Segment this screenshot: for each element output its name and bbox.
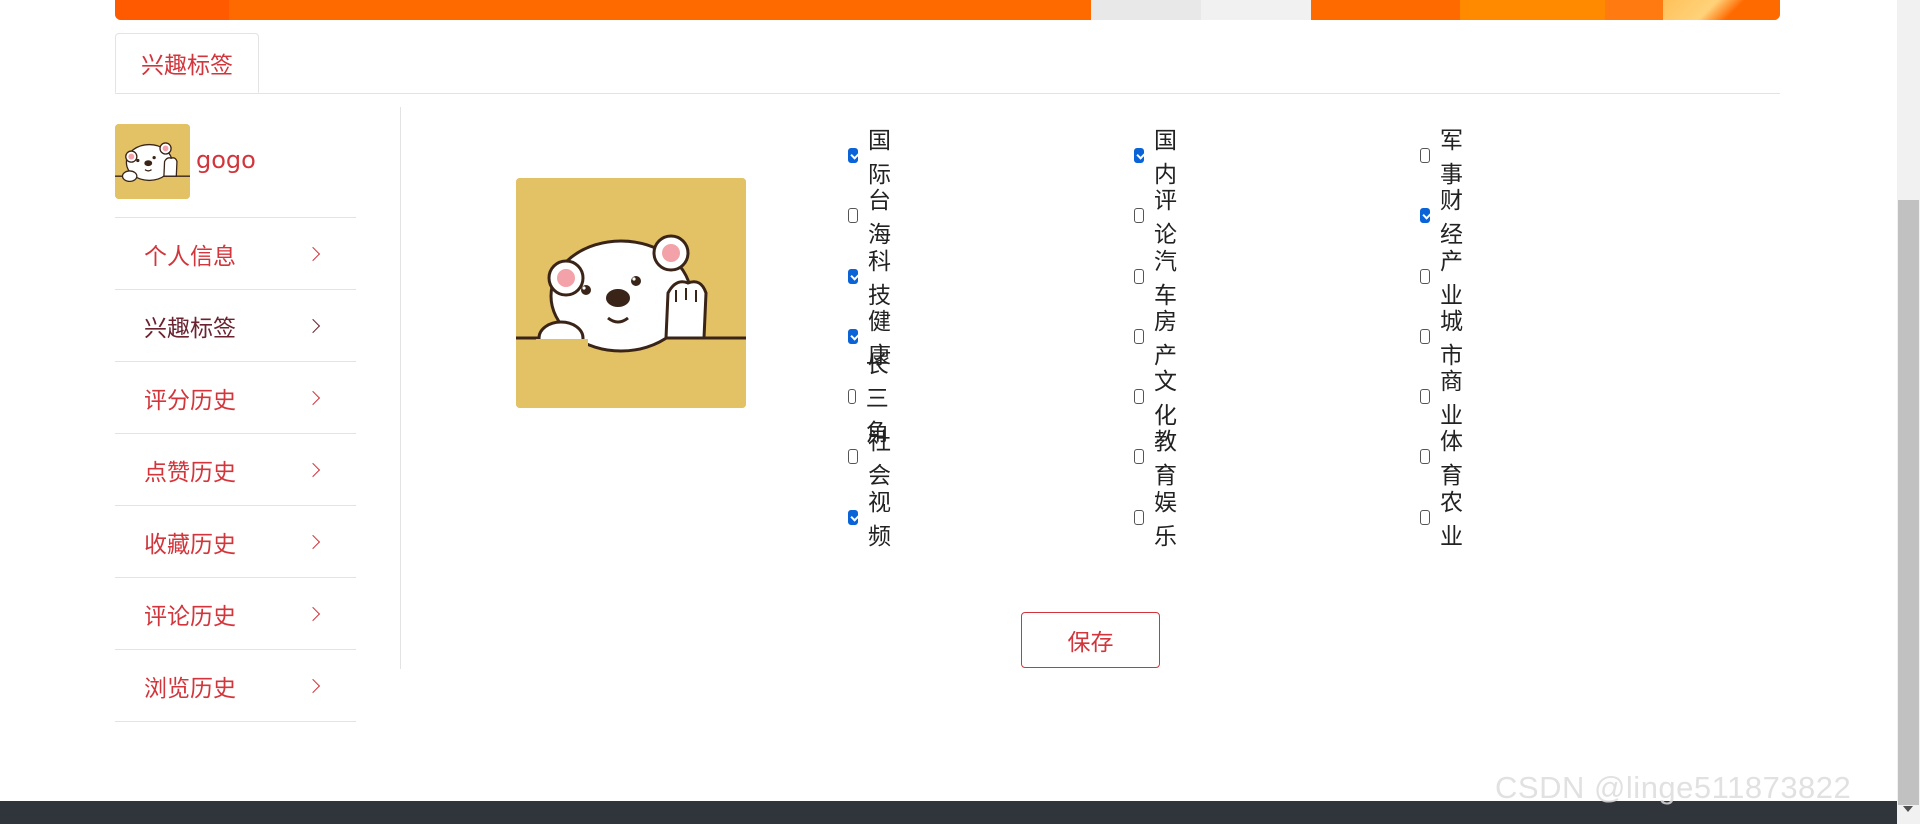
sidebar-item-like-history[interactable]: 点赞历史 bbox=[115, 433, 356, 505]
interest-label: 评论 bbox=[1153, 188, 1177, 248]
sidebar-item-label: 评论历史 bbox=[144, 603, 236, 630]
sidebar-item-label: 评分历史 bbox=[144, 387, 236, 414]
interest-checkbox[interactable]: 长三角 bbox=[848, 352, 896, 446]
checkbox-icon bbox=[1420, 207, 1430, 223]
interest-label: 娱乐 bbox=[1153, 490, 1177, 550]
interest-label: 军事 bbox=[1439, 128, 1463, 188]
interest-label: 文化 bbox=[1153, 369, 1177, 429]
checkbox-icon bbox=[1420, 388, 1430, 404]
interest-checkbox[interactable]: 国际 bbox=[848, 128, 896, 188]
interest-checkbox[interactable]: 教育 bbox=[1134, 429, 1182, 489]
interest-checkbox[interactable]: 娱乐 bbox=[1134, 490, 1182, 550]
interest-checkbox[interactable]: 军事 bbox=[1420, 128, 1468, 188]
sidebar-item-interest-tags[interactable]: 兴趣标签 bbox=[115, 289, 356, 361]
interest-label: 社会 bbox=[867, 429, 891, 489]
content-divider bbox=[400, 107, 401, 669]
checkbox-icon bbox=[848, 328, 858, 344]
chevron-right-icon bbox=[305, 318, 321, 333]
sidebar-item-personal-info[interactable]: 个人信息 bbox=[115, 217, 356, 289]
interest-checkbox[interactable]: 科技 bbox=[848, 249, 896, 309]
interest-label: 房产 bbox=[1153, 309, 1177, 369]
interest-label: 财经 bbox=[1439, 188, 1463, 248]
sidebar-item-label: 点赞历史 bbox=[144, 459, 236, 486]
interest-checkbox[interactable]: 视频 bbox=[848, 490, 896, 550]
chevron-right-icon bbox=[305, 462, 321, 477]
sidebar-menu: 个人信息 兴趣标签 评分历史 点赞历史 收藏历史 评论历史 浏览历史 bbox=[115, 217, 356, 722]
interest-label: 产业 bbox=[1439, 249, 1463, 309]
chevron-right-icon bbox=[305, 246, 321, 261]
interest-checkbox[interactable]: 体育 bbox=[1420, 429, 1468, 489]
interest-checkbox[interactable]: 城市 bbox=[1420, 309, 1468, 369]
interest-checkbox[interactable]: 文化 bbox=[1134, 369, 1182, 429]
checkbox-icon bbox=[1134, 147, 1144, 163]
checkbox-icon bbox=[848, 268, 858, 284]
interest-label: 农业 bbox=[1439, 490, 1463, 550]
sidebar-item-label: 收藏历史 bbox=[144, 531, 236, 558]
bear-avatar-icon bbox=[516, 178, 746, 408]
interest-checkbox[interactable]: 国内 bbox=[1134, 128, 1182, 188]
interest-label: 国际 bbox=[867, 128, 891, 188]
checkbox-icon bbox=[1134, 268, 1144, 284]
checkbox-icon bbox=[848, 207, 858, 223]
sidebar-item-label: 个人信息 bbox=[144, 243, 236, 270]
interest-label: 城市 bbox=[1439, 309, 1463, 369]
interest-label: 科技 bbox=[867, 249, 891, 309]
interest-checkbox[interactable]: 房产 bbox=[1134, 309, 1182, 369]
interest-checkbox[interactable]: 商业 bbox=[1420, 369, 1468, 429]
checkbox-icon bbox=[1134, 448, 1144, 464]
sidebar-item-browse-history[interactable]: 浏览历史 bbox=[115, 649, 356, 722]
save-button[interactable]: 保存 bbox=[1021, 612, 1160, 668]
scroll-down-arrow-icon[interactable] bbox=[1903, 806, 1913, 812]
interest-label: 汽车 bbox=[1153, 249, 1177, 309]
interest-label: 视频 bbox=[867, 490, 891, 550]
user-profile: gogo bbox=[115, 124, 355, 214]
sidebar-item-label: 兴趣标签 bbox=[144, 315, 236, 342]
interest-checkbox[interactable]: 农业 bbox=[1420, 490, 1468, 550]
chevron-right-icon bbox=[305, 678, 321, 693]
interest-checkbox[interactable]: 台海 bbox=[848, 188, 896, 248]
checkbox-icon bbox=[1134, 207, 1144, 223]
interest-label: 台海 bbox=[867, 188, 891, 248]
interest-label: 体育 bbox=[1439, 429, 1463, 489]
sidebar-item-rating-history[interactable]: 评分历史 bbox=[115, 361, 356, 433]
sidebar-item-comment-history[interactable]: 评论历史 bbox=[115, 577, 356, 649]
bear-avatar-icon bbox=[115, 124, 190, 199]
checkbox-icon bbox=[848, 509, 858, 525]
chevron-right-icon bbox=[305, 606, 321, 621]
sidebar-item-label: 浏览历史 bbox=[144, 675, 236, 702]
tab-interest-tags[interactable]: 兴趣标签 bbox=[115, 33, 259, 93]
chevron-right-icon bbox=[305, 534, 321, 549]
checkbox-icon bbox=[1134, 509, 1144, 525]
chevron-right-icon bbox=[305, 390, 321, 405]
checkbox-icon bbox=[1420, 448, 1430, 464]
watermark-text: CSDN @linge511873822 bbox=[1495, 770, 1852, 805]
checkbox-icon bbox=[848, 147, 858, 163]
checkbox-icon bbox=[848, 448, 858, 464]
interest-label: 国内 bbox=[1153, 128, 1177, 188]
top-banner bbox=[115, 0, 1780, 20]
sidebar-item-favorite-history[interactable]: 收藏历史 bbox=[115, 505, 356, 577]
interest-label: 教育 bbox=[1153, 429, 1177, 489]
checkbox-icon bbox=[1420, 328, 1430, 344]
interest-label: 商业 bbox=[1439, 369, 1463, 429]
checkbox-icon bbox=[1134, 328, 1144, 344]
checkbox-icon bbox=[1134, 388, 1144, 404]
interest-checkbox[interactable]: 财经 bbox=[1420, 188, 1468, 248]
interest-checkbox[interactable]: 社会 bbox=[848, 429, 896, 489]
checkbox-icon bbox=[848, 388, 856, 404]
scrollbar-thumb[interactable] bbox=[1898, 200, 1919, 805]
interest-checkbox[interactable]: 汽车 bbox=[1134, 249, 1182, 309]
checkbox-icon bbox=[1420, 147, 1430, 163]
username: gogo bbox=[196, 146, 256, 174]
tab-bar: 兴趣标签 bbox=[115, 33, 1780, 94]
checkbox-icon bbox=[1420, 509, 1430, 525]
checkbox-icon bbox=[1420, 268, 1430, 284]
interest-checkbox[interactable]: 产业 bbox=[1420, 249, 1468, 309]
interest-checkbox[interactable]: 评论 bbox=[1134, 188, 1182, 248]
